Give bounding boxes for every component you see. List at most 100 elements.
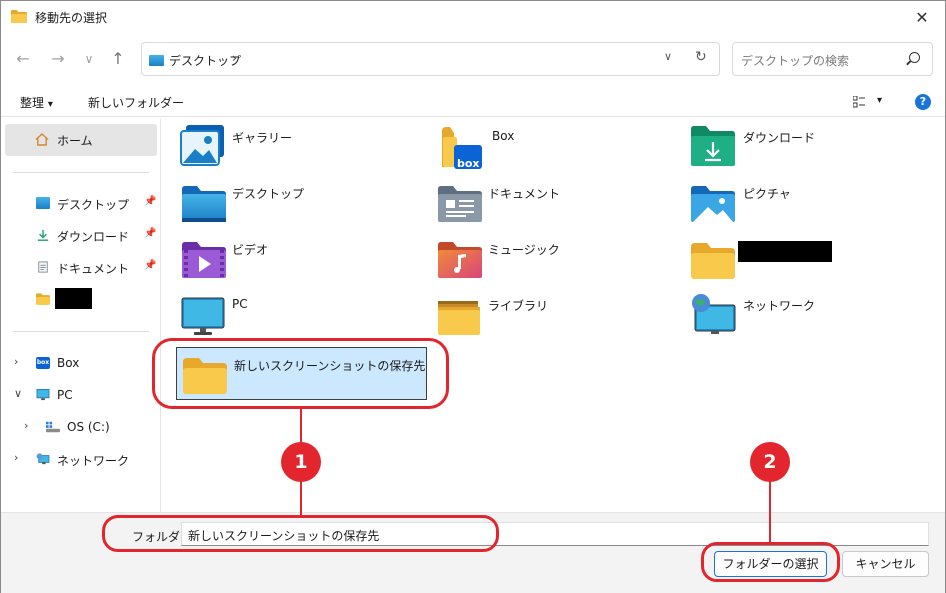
- item-music[interactable]: ミュージック: [436, 237, 686, 289]
- desktop-icon: [36, 197, 50, 209]
- pc-icon: [36, 389, 50, 401]
- new-folder-button[interactable]: 新しいフォルダー: [88, 94, 184, 111]
- title-bar: 移動先の選択 ✕: [1, 1, 945, 33]
- callout-line: [769, 479, 771, 543]
- item-label: デスクトップ: [232, 187, 305, 201]
- videos-folder-icon: [182, 242, 226, 278]
- close-button[interactable]: ✕: [899, 1, 945, 33]
- chevron-down-icon[interactable]: ∨: [14, 387, 22, 400]
- organize-dropdown-icon: ▾: [47, 99, 53, 110]
- sidebar-item-documents[interactable]: ドキュメント 📌: [1, 253, 161, 281]
- folder-icon: [691, 243, 735, 279]
- sidebar-item-home[interactable]: ホーム: [5, 124, 157, 156]
- refresh-icon[interactable]: ↻: [695, 49, 707, 65]
- callout-badge-1: 1: [281, 442, 321, 482]
- pin-icon[interactable]: 📌: [144, 196, 156, 207]
- folder-picker-dialog: 移動先の選択 ✕ ← → ∨ ↑ デスクトップ › ∨ ↻ デスクトップの検索 …: [0, 0, 946, 593]
- network-icon: [36, 453, 50, 465]
- view-options-icon[interactable]: [852, 95, 865, 111]
- redacted-label: [738, 241, 832, 262]
- highlight-ring-folder-field: [102, 515, 499, 552]
- recent-locations-chevron-icon[interactable]: ∨: [79, 49, 99, 69]
- highlight-ring-selected-folder: [152, 338, 449, 409]
- item-box[interactable]: box Box: [440, 125, 690, 177]
- sidebar-item-os-drive[interactable]: › OS (C:): [11, 413, 171, 441]
- sidebar-item-downloads[interactable]: ダウンロード 📌: [1, 221, 161, 249]
- item-documents[interactable]: ドキュメント: [436, 181, 686, 233]
- item-downloads[interactable]: ダウンロード: [691, 125, 941, 177]
- address-bar[interactable]: デスクトップ › ∨ ↻: [141, 42, 720, 76]
- item-videos[interactable]: ビデオ: [180, 237, 430, 289]
- item-label: ギャラリー: [232, 131, 293, 145]
- download-folder-icon: [691, 126, 735, 166]
- pin-icon[interactable]: 📌: [144, 228, 156, 239]
- item-desktop[interactable]: デスクトップ: [180, 181, 430, 233]
- item-label: ダウンロード: [743, 131, 816, 145]
- item-network[interactable]: ネットワーク: [691, 293, 941, 345]
- chevron-right-icon[interactable]: ›: [24, 419, 28, 432]
- music-folder-icon: [438, 242, 482, 278]
- item-label: ミュージック: [488, 243, 560, 257]
- sidebar-item-label: PC: [57, 388, 73, 402]
- chevron-right-icon[interactable]: ›: [14, 451, 18, 464]
- organize-label: 整理: [20, 96, 45, 110]
- up-arrow-icon[interactable]: ↑: [108, 49, 128, 69]
- navigation-pane: ホーム デスクトップ 📌 ダウンロード 📌 ドキュメント 📌 › box Box: [1, 119, 161, 512]
- back-arrow-icon[interactable]: ←: [13, 49, 33, 69]
- item-label: ドキュメント: [488, 187, 561, 201]
- box-icon: box: [36, 357, 50, 369]
- search-icon[interactable]: [909, 52, 920, 63]
- search-box[interactable]: デスクトップの検索: [732, 42, 933, 76]
- cancel-button[interactable]: キャンセル: [842, 551, 929, 577]
- organize-button[interactable]: 整理 ▾: [20, 94, 53, 111]
- sidebar-item-label: ネットワーク: [57, 454, 130, 468]
- sidebar-item-box[interactable]: › box Box: [1, 349, 161, 377]
- desktop-icon: [149, 55, 164, 66]
- item-redacted-folder[interactable]: [691, 237, 941, 289]
- download-icon: [37, 229, 49, 241]
- divider: [13, 172, 149, 173]
- help-icon[interactable]: ?: [915, 94, 931, 110]
- sidebar-item-label: ホーム: [57, 134, 93, 148]
- address-dropdown-icon[interactable]: ∨: [664, 50, 672, 63]
- item-gallery[interactable]: ギャラリー: [180, 125, 430, 177]
- pictures-folder-icon: [691, 186, 735, 222]
- sidebar-item-label: デスクトップ: [57, 198, 130, 212]
- callout-badge-2: 2: [750, 442, 790, 482]
- item-label: ネットワーク: [743, 299, 816, 313]
- sidebar-item-pc[interactable]: ∨ PC: [1, 381, 161, 409]
- redacted-label: [55, 288, 92, 309]
- address-path[interactable]: デスクトップ: [169, 52, 241, 69]
- search-placeholder[interactable]: デスクトップの検索: [741, 52, 849, 69]
- sidebar-item-label: OS (C:): [67, 420, 110, 434]
- documents-icon: [38, 261, 48, 273]
- item-label: ビデオ: [232, 243, 269, 257]
- desktop-folder-icon: [182, 186, 226, 222]
- library-folder-icon: [438, 301, 480, 335]
- chevron-right-icon[interactable]: ›: [14, 355, 18, 368]
- sidebar-item-network[interactable]: › ネットワーク: [1, 445, 161, 473]
- pin-icon[interactable]: 📌: [144, 260, 156, 271]
- item-pictures[interactable]: ピクチャ: [691, 181, 941, 233]
- highlight-ring-select-button: [701, 542, 840, 582]
- box-logo-text: box: [457, 157, 480, 170]
- item-label: ピクチャ: [743, 187, 791, 201]
- view-grid-icon: [852, 95, 865, 108]
- item-label: ライブラリ: [488, 299, 549, 313]
- item-label: Box: [492, 129, 515, 143]
- command-bar: 整理 ▾ 新しいフォルダー ▾ ?: [1, 87, 945, 117]
- folder-icon: [36, 293, 50, 305]
- drive-icon: [46, 421, 60, 433]
- forward-arrow-icon[interactable]: →: [48, 49, 68, 69]
- sidebar-item-redacted-folder[interactable]: [1, 285, 161, 313]
- sidebar-item-label: ドキュメント: [57, 262, 130, 276]
- documents-folder-icon: [438, 186, 482, 222]
- view-dropdown-icon[interactable]: ▾: [877, 95, 882, 106]
- sidebar-item-label: Box: [57, 356, 80, 370]
- folder-view: ギャラリー box Box ダウンロード デスクトップ ドキュメント ピクチャ …: [162, 119, 945, 512]
- breadcrumb-chevron-icon[interactable]: ›: [232, 51, 237, 65]
- sidebar-item-desktop[interactable]: デスクトップ 📌: [1, 189, 161, 217]
- item-label: PC: [232, 297, 248, 311]
- divider: [13, 331, 149, 332]
- item-libraries[interactable]: ライブラリ: [436, 293, 686, 345]
